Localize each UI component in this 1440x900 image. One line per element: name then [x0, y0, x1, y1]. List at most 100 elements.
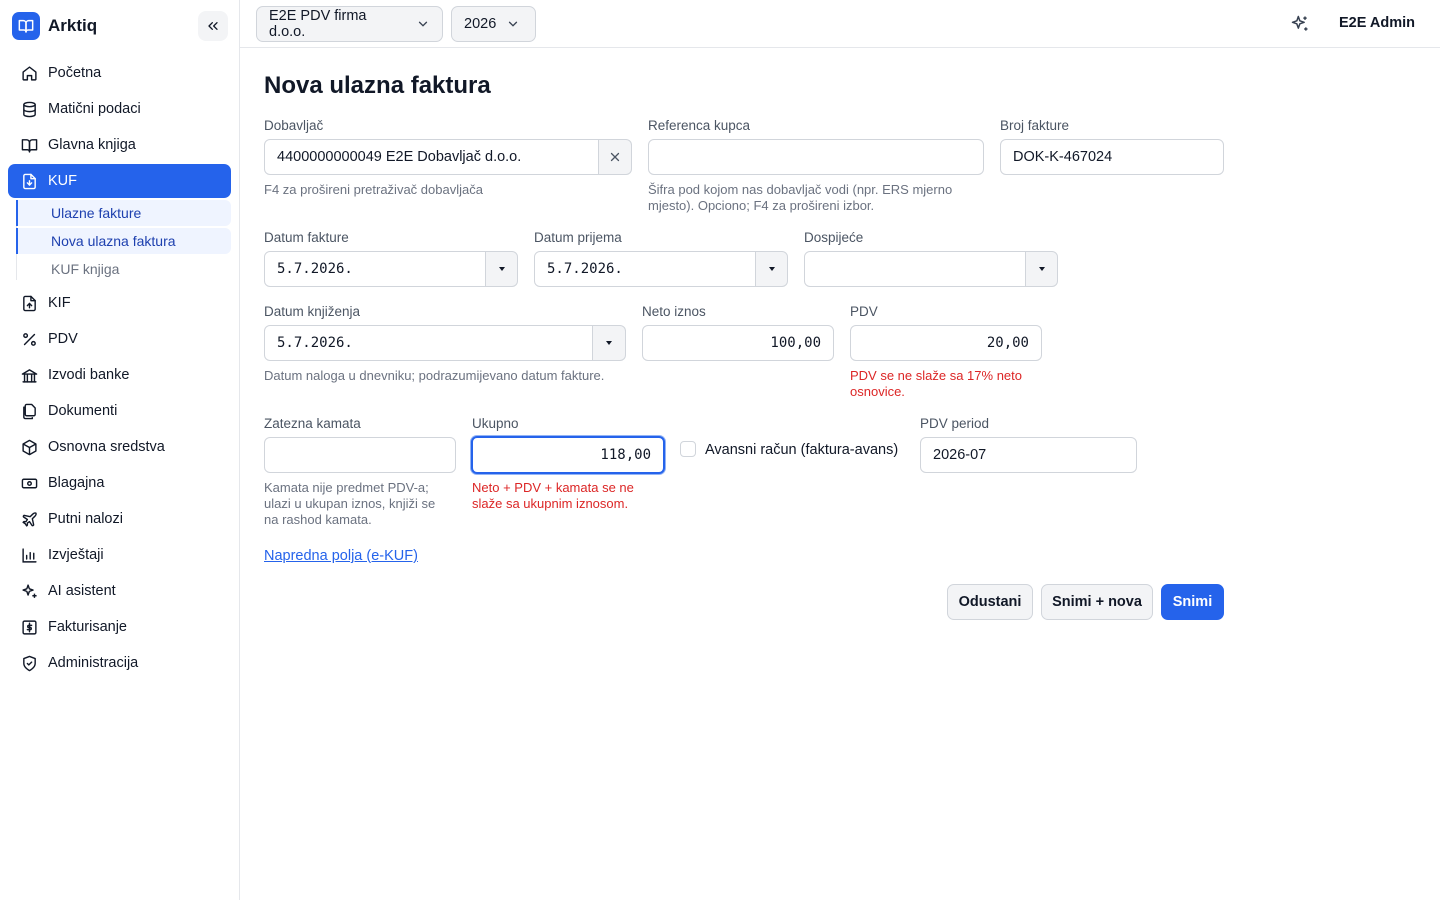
- bank-icon: [20, 366, 38, 384]
- invoice-date-picker-button[interactable]: [486, 251, 518, 287]
- help-line: Kamata nije predmet PDV-a;: [264, 480, 429, 495]
- sidebar-item-izvjestaji[interactable]: Izvještaji: [8, 538, 231, 572]
- net-amount-label: Neto iznos: [642, 304, 706, 319]
- sidebar-item-fakturisanje[interactable]: Fakturisanje: [8, 610, 231, 644]
- help-line: mjesto). Opciono; F4 za prošireni izbor.: [648, 198, 875, 213]
- sidebar-item-label: KIF: [48, 295, 71, 311]
- clear-supplier-button[interactable]: [599, 139, 632, 175]
- sidebar-item-label: Dokumenti: [48, 403, 118, 419]
- invoice-date-input[interactable]: 5.7.2026.: [264, 251, 486, 287]
- company-select-value: E2E PDV firma d.o.o.: [269, 8, 367, 40]
- sidebar-item-label: Početna: [48, 65, 102, 81]
- sidebar-item-label: Glavna knjiga: [48, 137, 136, 153]
- sidebar-item-putni-nalozi[interactable]: Putni nalozi: [8, 502, 231, 536]
- cancel-button[interactable]: Odustani: [947, 584, 1033, 620]
- brand-name: Arktiq: [48, 16, 98, 35]
- documents-icon: [20, 402, 38, 420]
- sidebar-item-blagajna[interactable]: Blagajna: [8, 466, 231, 500]
- advance-invoice-label[interactable]: Avansni račun (faktura-avans): [705, 442, 898, 458]
- invoice-number-input[interactable]: DOK-K-467024: [1000, 139, 1224, 175]
- total-input[interactable]: 118,00: [471, 436, 665, 474]
- sidebar-item-label: AI asistent: [48, 583, 116, 599]
- advanced-fields-link[interactable]: Napredna polja (e-KUF): [264, 548, 418, 564]
- help-line: ulazi u ukupan iznos, knjiži se: [264, 496, 436, 511]
- box-icon: [20, 438, 38, 456]
- brand[interactable]: Arktiq: [12, 11, 97, 41]
- sidebar-item-label: Putni nalozi: [48, 511, 123, 527]
- user-menu[interactable]: E2E Admin: [1339, 15, 1415, 31]
- sidebar-item-label: KUF: [48, 173, 77, 189]
- ai-sparkle-button[interactable]: [1288, 12, 1312, 36]
- sidebar-item-ai-asistent[interactable]: AI asistent: [8, 574, 231, 608]
- advance-invoice-checkbox[interactable]: [680, 441, 696, 457]
- chevron-down-icon: [416, 17, 430, 31]
- sidebar-item-administracija[interactable]: Administracija: [8, 646, 231, 680]
- customer-ref-label: Referenca kupca: [648, 118, 751, 133]
- sidebar-item-pdv[interactable]: PDV: [8, 322, 231, 356]
- shield-icon: [20, 654, 38, 672]
- year-select[interactable]: 2026: [451, 6, 536, 42]
- late-interest-label: Zatezna kamata: [264, 416, 361, 431]
- due-date-picker-button[interactable]: [1026, 251, 1058, 287]
- help-line: Šifra pod kojom nas dobavljač vodi (npr.…: [648, 182, 953, 197]
- bar-chart-icon: [20, 546, 38, 564]
- sidebar-item-glavna-knjiga[interactable]: Glavna knjiga: [8, 128, 231, 162]
- supplier-help: F4 za prošireni pretraživač dobavljača: [264, 182, 483, 197]
- vat-period-input[interactable]: 2026-07: [920, 437, 1137, 473]
- supplier-input[interactable]: 4400000000049 E2E Dobavljač d.o.o.: [264, 139, 599, 175]
- invoice-dollar-icon: [20, 618, 38, 636]
- save-button[interactable]: Snimi: [1161, 584, 1224, 620]
- sidebar-item-label: Administracija: [48, 655, 139, 671]
- sidebar-item-maticni-podaci[interactable]: Matični podaci: [8, 92, 231, 126]
- sparkle-icon: [1291, 15, 1308, 31]
- error-line: osnovice.: [850, 384, 905, 399]
- file-upload-icon: [20, 294, 38, 312]
- chevrons-left-icon: [208, 21, 218, 30]
- due-date-label: Dospijeće: [804, 230, 864, 245]
- save-and-new-button[interactable]: Snimi + nova: [1041, 584, 1153, 620]
- plane-icon: [20, 510, 38, 528]
- sidebar-nav: Početna Matični podaci Glavna knjiga KUF…: [8, 56, 231, 682]
- sidebar: Arktiq Početna Matični podaci Glavna knj…: [0, 0, 240, 900]
- vat-period-label: PDV period: [920, 416, 990, 431]
- sub-item-nova-ulazna-faktura[interactable]: Nova ulazna faktura: [16, 228, 231, 254]
- database-icon: [20, 100, 38, 118]
- sidebar-item-kuf[interactable]: KUF: [8, 164, 231, 198]
- home-icon: [20, 64, 38, 82]
- total-label: Ukupno: [472, 416, 519, 431]
- receipt-date-label: Datum prijema: [534, 230, 622, 245]
- late-interest-input[interactable]: [264, 437, 456, 473]
- file-download-icon: [20, 172, 38, 190]
- percent-icon: [20, 330, 38, 348]
- caret-down-icon: [1038, 267, 1045, 271]
- sparkle-icon: [20, 582, 38, 600]
- invoice-number-label: Broj fakture: [1000, 118, 1070, 133]
- posting-date-picker-button[interactable]: [593, 325, 626, 361]
- posting-date-input[interactable]: 5.7.2026.: [264, 325, 593, 361]
- company-select[interactable]: E2E PDV firma d.o.o.: [256, 6, 443, 42]
- sidebar-item-kif[interactable]: KIF: [8, 286, 231, 320]
- net-amount-input[interactable]: 100,00: [642, 325, 834, 361]
- total-error: Neto + PDV + kamata se ne slaže sa ukupn…: [472, 480, 634, 512]
- receipt-date-input[interactable]: 5.7.2026.: [534, 251, 756, 287]
- collapse-sidebar-button[interactable]: [198, 11, 228, 41]
- customer-ref-input[interactable]: [648, 139, 984, 175]
- sidebar-item-dokumenti[interactable]: Dokumenti: [8, 394, 231, 428]
- caret-down-icon: [498, 267, 505, 271]
- caret-down-icon: [606, 341, 612, 345]
- kuf-submenu: Ulazne fakture Nova ulazna faktura KUF k…: [16, 200, 231, 282]
- invoice-date-label: Datum fakture: [264, 230, 349, 245]
- sub-item-ulazne-fakture[interactable]: Ulazne fakture: [16, 200, 231, 226]
- sidebar-item-osnovna-sredstva[interactable]: Osnovna sredstva: [8, 430, 231, 464]
- vat-input[interactable]: 20,00: [850, 325, 1042, 361]
- due-date-input[interactable]: [804, 251, 1026, 287]
- sidebar-item-label: Izvodi banke: [48, 367, 130, 383]
- receipt-date-picker-button[interactable]: [756, 251, 788, 287]
- year-select-value: 2026: [464, 16, 497, 32]
- late-interest-help: Kamata nije predmet PDV-a; ulazi u ukupa…: [264, 480, 435, 528]
- vat-label: PDV: [850, 304, 878, 319]
- sub-item-kuf-knjiga[interactable]: KUF knjiga: [16, 256, 231, 282]
- sidebar-item-pocetna[interactable]: Početna: [8, 56, 231, 90]
- sidebar-item-izvodi-banke[interactable]: Izvodi banke: [8, 358, 231, 392]
- sidebar-item-label: Izvještaji: [48, 547, 104, 563]
